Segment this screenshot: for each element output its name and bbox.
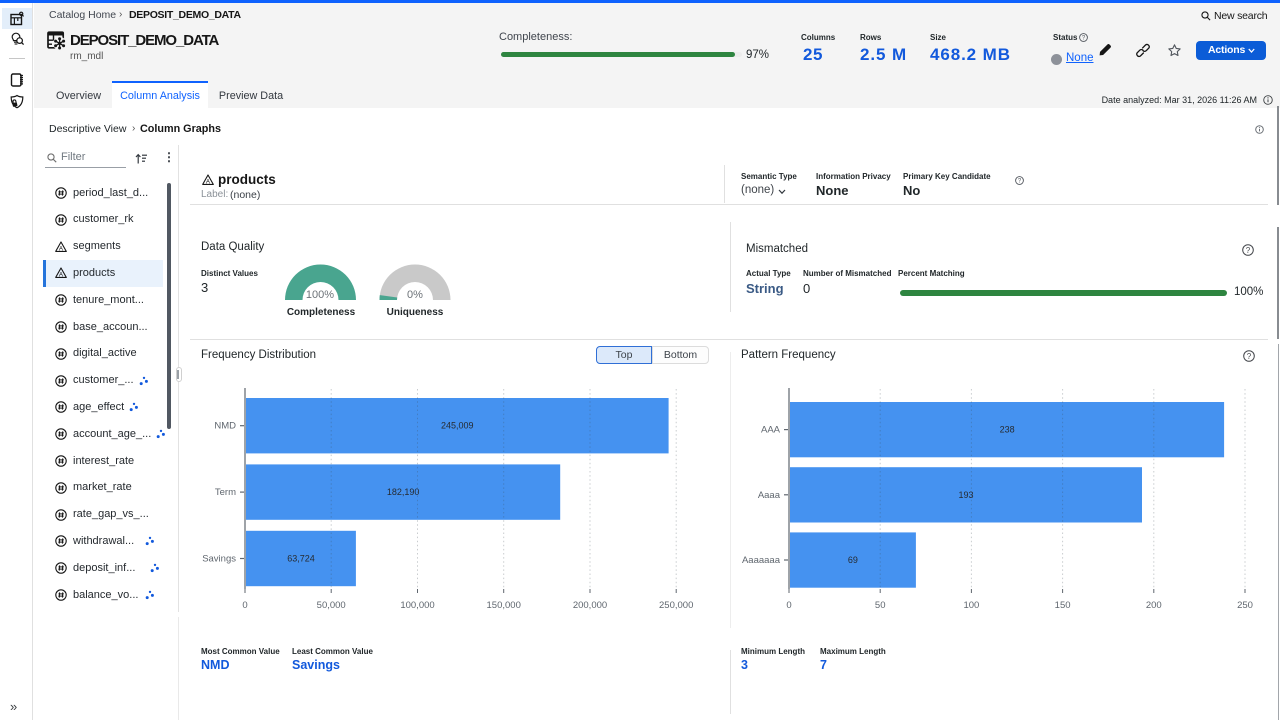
svg-text:Aaaa: Aaaa: [758, 490, 781, 501]
svg-text:150: 150: [1055, 600, 1071, 611]
svg-text:50: 50: [875, 600, 886, 611]
svg-text:50,000: 50,000: [317, 600, 346, 611]
svg-text:238: 238: [1000, 425, 1015, 435]
svg-text:AAA: AAA: [761, 425, 781, 436]
svg-text:250: 250: [1237, 600, 1253, 611]
svg-text:0: 0: [242, 600, 247, 611]
svg-text:100,000: 100,000: [400, 600, 434, 611]
svg-text:Savings: Savings: [202, 554, 236, 565]
svg-text:200: 200: [1146, 600, 1162, 611]
svg-text:NMD: NMD: [214, 421, 236, 432]
svg-text:250,000: 250,000: [659, 600, 693, 611]
svg-text:Aaaaaaa: Aaaaaaa: [742, 555, 781, 566]
svg-text:245,009: 245,009: [441, 421, 474, 431]
svg-text:193: 193: [958, 490, 973, 500]
svg-text:Term: Term: [215, 487, 236, 498]
svg-text:69: 69: [848, 555, 858, 565]
svg-text:0: 0: [786, 600, 791, 611]
svg-text:100: 100: [963, 600, 979, 611]
svg-text:200,000: 200,000: [573, 600, 607, 611]
svg-text:63,724: 63,724: [287, 554, 315, 564]
svg-text:182,190: 182,190: [387, 487, 420, 497]
svg-text:150,000: 150,000: [487, 600, 521, 611]
